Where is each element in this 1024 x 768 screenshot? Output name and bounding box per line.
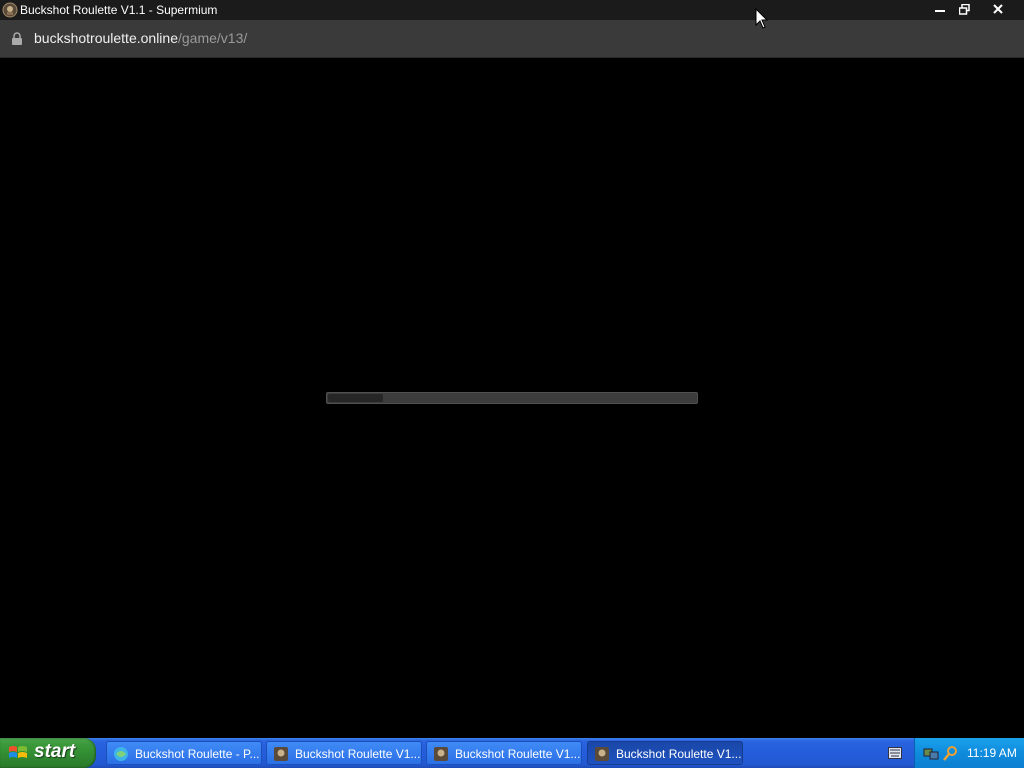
restore-button[interactable] xyxy=(952,0,976,18)
network-icon[interactable] xyxy=(923,745,939,761)
taskbar-item[interactable]: Buckshot Roulette V1... xyxy=(266,741,422,765)
mouse-cursor-icon xyxy=(755,8,769,29)
taskbar-item-label: Buckshot Roulette V1... xyxy=(295,747,421,761)
url-path: /game/v13/ xyxy=(178,30,248,46)
buckshot-app-icon xyxy=(2,2,18,18)
close-button[interactable] xyxy=(978,0,1018,18)
buckshot-app-icon xyxy=(434,747,448,761)
lock-icon xyxy=(12,32,22,45)
taskbar-item-active[interactable]: Buckshot Roulette V1... xyxy=(587,741,743,765)
address-bar[interactable]: buckshotroulette.online/game/v13/ xyxy=(0,20,1024,58)
loading-progress-fill xyxy=(328,394,383,402)
buckshot-app-icon xyxy=(274,747,288,761)
window-title: Buckshot Roulette V1.1 - Supermium xyxy=(20,3,218,17)
taskbar: start Buckshot Roulette - P... Buckshot … xyxy=(0,738,1024,768)
minimize-icon xyxy=(935,10,945,12)
clock: 11:19 AM xyxy=(967,746,1017,760)
game-canvas[interactable] xyxy=(0,58,1024,738)
taskbar-item-label: Buckshot Roulette V1... xyxy=(455,747,581,761)
taskbar-item-label: Buckshot Roulette - P... xyxy=(135,747,260,761)
start-button[interactable]: start xyxy=(0,738,96,768)
taskbar-item[interactable]: Buckshot Roulette V1... xyxy=(426,741,582,765)
close-icon xyxy=(993,4,1003,14)
system-tray: 11:19 AM xyxy=(914,738,1024,768)
loading-progress-bar xyxy=(326,392,698,404)
start-label: start xyxy=(34,741,76,762)
minimize-button[interactable] xyxy=(928,0,952,18)
browser-icon xyxy=(114,747,128,761)
search-icon[interactable] xyxy=(943,745,959,761)
taskbar-item-label: Buckshot Roulette V1... xyxy=(616,747,742,761)
url-text[interactable]: buckshotroulette.online/game/v13/ xyxy=(34,30,247,46)
windows-logo-icon xyxy=(9,746,27,758)
restore-icon xyxy=(958,3,970,15)
buckshot-app-icon xyxy=(595,747,609,761)
window-titlebar[interactable]: Buckshot Roulette V1.1 - Supermium xyxy=(0,0,1024,20)
taskbar-item[interactable]: Buckshot Roulette - P... xyxy=(106,741,262,765)
url-domain: buckshotroulette.online xyxy=(34,30,178,46)
keyboard-icon[interactable] xyxy=(888,747,902,759)
